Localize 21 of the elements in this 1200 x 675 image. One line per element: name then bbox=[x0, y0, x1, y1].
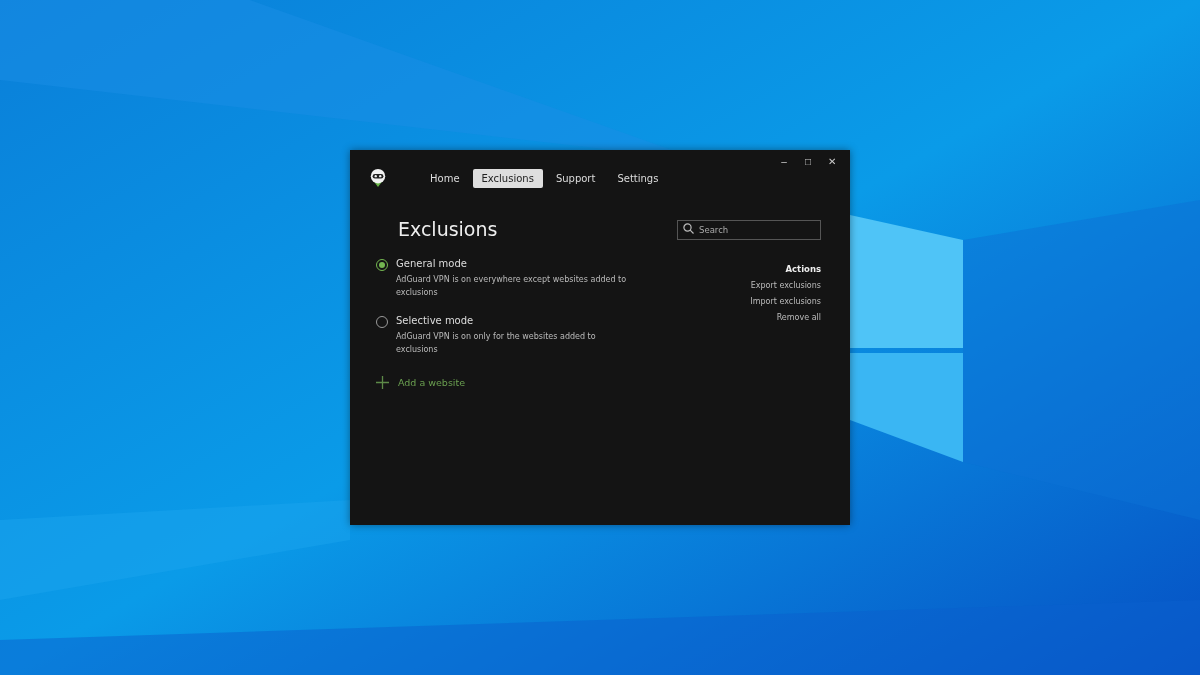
plus-icon bbox=[376, 376, 389, 389]
mode-label: Selective mode bbox=[396, 315, 475, 326]
action-link[interactable]: Remove all bbox=[776, 313, 821, 322]
mode-label: General mode bbox=[396, 258, 468, 269]
actions-heading: Actions bbox=[785, 264, 821, 274]
action-link[interactable]: Import exclusions bbox=[750, 297, 821, 306]
minimize-button[interactable]: – bbox=[772, 152, 796, 170]
mode-description: AdGuard VPN is on only for the websites added to exclusions bbox=[396, 331, 597, 356]
nav-tab[interactable]: Exclusions bbox=[472, 168, 543, 188]
search-icon bbox=[683, 222, 694, 234]
nav-tab[interactable]: Settings bbox=[608, 168, 668, 188]
close-button[interactable]: ✕ bbox=[820, 152, 844, 170]
nav-tab[interactable]: Support bbox=[546, 168, 605, 188]
maximize-button[interactable]: □ bbox=[796, 152, 820, 170]
page-title: Exclusions bbox=[398, 218, 499, 240]
nav-tab[interactable]: Home bbox=[421, 168, 469, 188]
mode-description: AdGuard VPN is on everywhere except websites added to exclusions bbox=[396, 274, 628, 299]
robot-logo-icon bbox=[369, 168, 387, 188]
add-website-link[interactable]: Add a website bbox=[398, 377, 466, 388]
action-link[interactable]: Export exclusions bbox=[750, 281, 821, 290]
search-field[interactable]: Search bbox=[677, 220, 821, 240]
